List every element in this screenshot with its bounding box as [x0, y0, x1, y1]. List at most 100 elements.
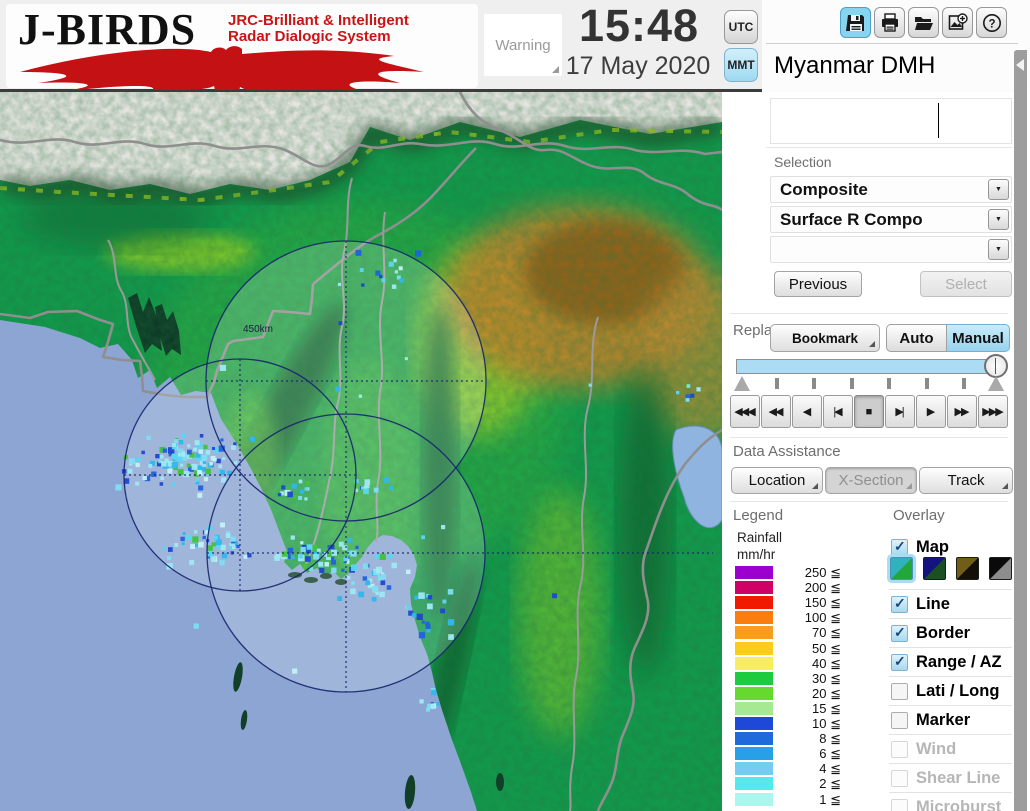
track-button[interactable]: Track [919, 467, 1013, 494]
overlay-label: Range / AZ [916, 653, 1002, 671]
print-icon [881, 12, 898, 32]
previous-label: Previous [788, 275, 848, 293]
overlay-label: Shear Line [916, 769, 1001, 787]
legend-threshold-label: 40 ≦ [812, 655, 841, 671]
overlay-row-microburst: Microburst [889, 792, 1012, 811]
legend-color-swatch [735, 777, 773, 791]
map-style-swatch-3[interactable] [956, 557, 979, 580]
legend-threshold-label: 6 ≦ [819, 746, 841, 762]
legend-color-swatch [735, 686, 773, 700]
print-button[interactable] [874, 7, 905, 38]
fast-rewind-button[interactable]: ◀◀ [761, 395, 791, 428]
location-label: Location [748, 472, 806, 489]
legend-color-swatch [735, 792, 773, 806]
panel-collapse-strip[interactable] [1014, 50, 1027, 811]
help-button[interactable]: ? [976, 7, 1007, 38]
step-back-button[interactable]: |◀ [823, 395, 853, 428]
checkbox-range-az[interactable]: ✓ [891, 653, 908, 671]
open-folder-icon [914, 16, 933, 30]
legend-threshold-label: 15 ≦ [812, 700, 841, 716]
checkbox-marker[interactable] [891, 712, 908, 729]
x-section-button[interactable]: X-Section [825, 467, 917, 494]
dropdown-product-group[interactable]: Composite ▼ [770, 176, 1012, 203]
timeline-tick [962, 378, 966, 389]
site-title: Myanmar DMH [774, 52, 936, 79]
checkbox-shear-line [891, 770, 908, 787]
map-style-swatch-4[interactable] [989, 557, 1012, 580]
separator [730, 437, 1008, 438]
selection-section-label: Selection [774, 154, 832, 170]
timeline-end-marker[interactable] [988, 376, 1004, 391]
checkbox-line[interactable]: ✓ [891, 595, 908, 613]
overlay-row-line: ✓ Line [889, 589, 1012, 619]
open-folder-button[interactable] [908, 7, 939, 38]
replay-timeline-track[interactable] [736, 359, 998, 374]
legend-threshold-label: 30 ≦ [812, 670, 841, 686]
timeline-tick [849, 378, 854, 389]
save-icon [845, 14, 864, 31]
manual-label: Manual [952, 329, 1004, 347]
help-icon: ? [982, 13, 1001, 32]
dropdown-product-option[interactable]: ▼ [770, 236, 1012, 263]
auto-button[interactable]: Auto [886, 324, 947, 352]
checkbox-border[interactable]: ✓ [891, 624, 908, 642]
fast-forward-button[interactable]: ▶▶ [947, 395, 977, 428]
map-style-swatch-1[interactable] [887, 554, 916, 583]
map-style-swatch-2[interactable] [923, 557, 946, 580]
utc-button[interactable]: UTC [724, 10, 758, 44]
mmt-button[interactable]: MMT [724, 48, 758, 82]
legend-color-swatch [735, 581, 773, 595]
add-image-button[interactable] [942, 7, 973, 38]
collapse-arrow-icon [1016, 59, 1024, 71]
jump-to-start-button[interactable]: ◀◀◀ [730, 395, 760, 428]
play-reverse-button[interactable]: ◀ [792, 395, 822, 428]
dropdown-product-arrow-button[interactable]: ▼ [988, 209, 1009, 230]
map-style-swatches [887, 554, 1013, 583]
overlay-label: Microburst [916, 798, 1002, 811]
stop-button[interactable]: ■ [854, 395, 884, 428]
overlay-label: Line [916, 595, 950, 613]
legend-unit-line1: Rainfall [737, 530, 783, 545]
header: J-BIRDS JRC-Brilliant & Intelligent Rada… [0, 0, 1030, 92]
jbirds-app: J-BIRDS JRC-Brilliant & Intelligent Rada… [0, 0, 1030, 811]
jump-to-end-button[interactable]: ▶▶▶ [978, 395, 1008, 428]
toolbar-separator [766, 43, 1018, 44]
check-icon: ✓ [894, 538, 906, 554]
playback-controls: ◀◀◀ ◀◀ ◀ |◀ ■ ▶| ▶ ▶▶ ▶▶▶ [730, 395, 1008, 428]
legend-threshold-label: 50 ≦ [812, 640, 841, 656]
location-button[interactable]: Location [731, 467, 823, 494]
legend-threshold-label: 70 ≦ [812, 625, 841, 641]
legend-threshold-label: 200 ≦ [804, 580, 841, 596]
timeline-start-marker[interactable] [734, 376, 750, 391]
play-button[interactable]: ▶ [916, 395, 946, 428]
bookmark-button[interactable]: Bookmark [770, 324, 880, 352]
checkbox-lati-long[interactable] [891, 683, 908, 700]
legend-threshold-label: 4 ≦ [819, 761, 841, 777]
legend-unit-line2: mm/hr [737, 547, 776, 562]
legend-color-swatch [735, 596, 773, 610]
manual-button[interactable]: Manual [947, 324, 1010, 352]
warning-label: Warning [495, 36, 551, 54]
separator [730, 313, 1008, 314]
checkbox-map[interactable]: ✓ [891, 538, 908, 556]
message-area[interactable] [770, 98, 1012, 144]
dropdown-product-option-arrow-button[interactable]: ▼ [988, 239, 1009, 260]
dropdown-product[interactable]: Surface R Compo ▼ [770, 206, 1012, 233]
side-panel: Selection Composite ▼ Surface R Compo ▼ ▼ Pr… [722, 92, 1014, 811]
select-button[interactable]: Select [920, 271, 1012, 297]
timeline-tick [887, 378, 892, 389]
radar-map[interactable]: 450km [0, 92, 722, 811]
step-forward-button[interactable]: ▶| [885, 395, 915, 428]
legend-threshold-label: 100 ≦ [804, 610, 841, 626]
previous-button[interactable]: Previous [774, 271, 862, 297]
legend-threshold-label: 10 ≦ [812, 716, 841, 731]
legend-color-swatch [735, 747, 773, 761]
select-label: Select [945, 275, 987, 293]
dropdown-product-group-arrow-button[interactable]: ▼ [988, 179, 1009, 200]
logo-tagline-line2: Radar Dialogic System [228, 28, 391, 45]
legend-threshold-label: 8 ≦ [819, 731, 841, 747]
bookmark-label: Bookmark [791, 330, 859, 346]
data-assistance-section-label: Data Assistance [733, 443, 841, 460]
save-button[interactable] [840, 7, 871, 38]
replay-timeline-thumb[interactable] [984, 354, 1008, 378]
